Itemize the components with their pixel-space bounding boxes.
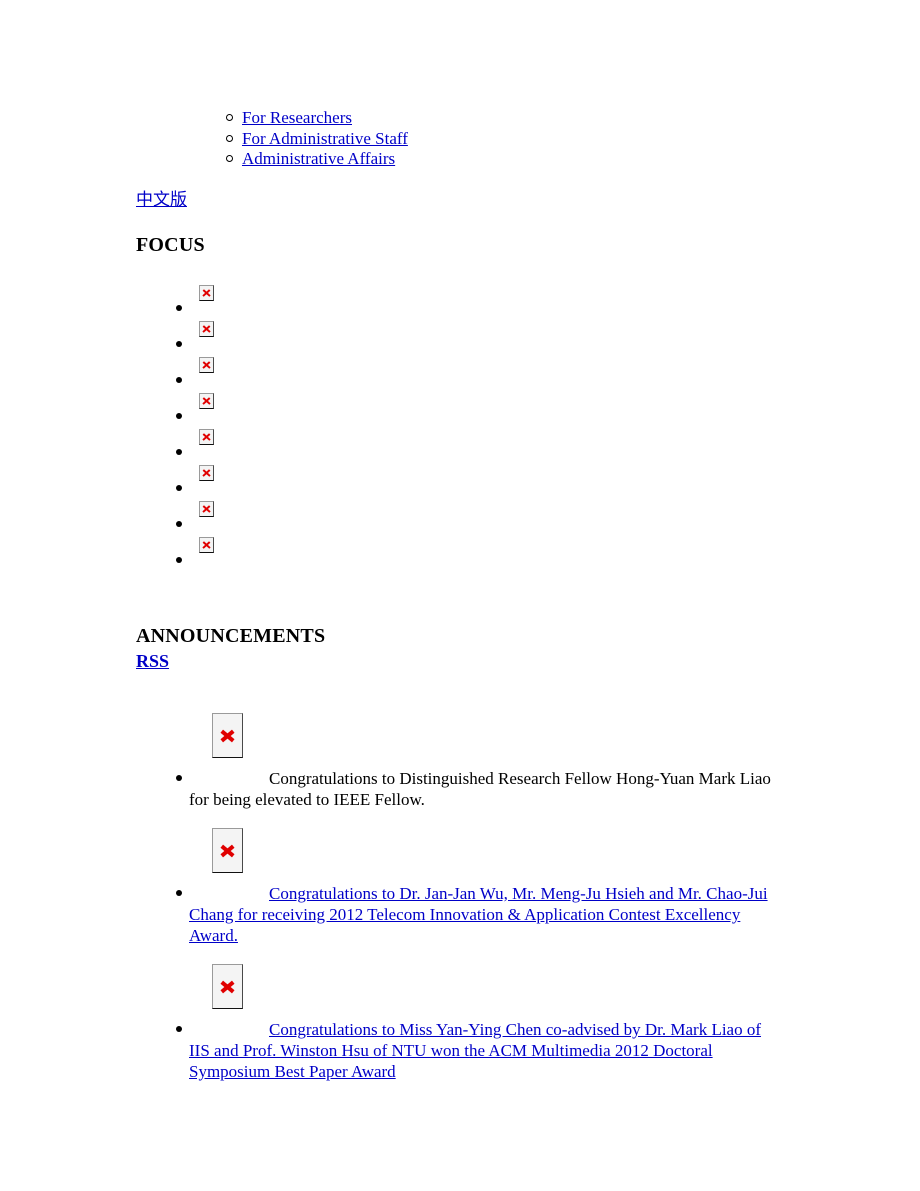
circle-marker-icon	[226, 155, 233, 163]
list-bullet	[176, 377, 182, 383]
broken-image-icon	[199, 285, 214, 301]
language-switch[interactable]: 中文版	[136, 190, 187, 210]
focus-thumbnail[interactable]	[199, 429, 214, 450]
list-bullet	[176, 341, 182, 347]
list-bullet	[176, 485, 182, 491]
broken-image-icon	[199, 429, 214, 445]
announcement-link[interactable]: Congratulations to Miss Yan-Ying Chen co…	[189, 1019, 785, 1082]
broken-image-icon	[199, 465, 214, 481]
broken-image-icon	[199, 357, 214, 373]
nav-item-for-administrative-staff[interactable]: For Administrative Staff	[208, 129, 408, 150]
list-bullet	[176, 305, 182, 311]
list-bullet	[176, 413, 182, 419]
broken-image-icon	[212, 713, 243, 758]
nav-link-for-researchers[interactable]: For Researchers	[242, 108, 352, 127]
focus-thumbnail[interactable]	[199, 465, 214, 486]
rss-feed-link-wrap[interactable]: RSS	[136, 650, 169, 672]
announcements-section-heading: ANNOUNCEMENTS	[136, 625, 326, 647]
list-bullet	[176, 890, 182, 896]
circle-marker-icon	[226, 134, 233, 142]
focus-section-heading: FOCUS	[136, 234, 205, 256]
broken-image-icon	[199, 321, 214, 337]
list-bullet	[176, 449, 182, 455]
list-bullet	[176, 557, 182, 563]
broken-image-icon	[212, 828, 243, 873]
list-bullet	[176, 1026, 182, 1032]
nav-item-for-researchers[interactable]: For Researchers	[208, 108, 408, 129]
list-bullet	[176, 775, 182, 781]
broken-image-icon	[199, 537, 214, 553]
broken-image-icon	[199, 501, 214, 517]
focus-thumbnail[interactable]	[199, 393, 214, 414]
focus-thumbnail[interactable]	[199, 357, 214, 378]
focus-thumbnail[interactable]	[199, 537, 214, 558]
nav-link-for-administrative-staff[interactable]: For Administrative Staff	[242, 129, 408, 148]
page-root: For Researchers For Administrative Staff…	[0, 0, 920, 1191]
focus-thumbnail[interactable]	[199, 501, 214, 522]
announcement-text: Congratulations to Distinguished Researc…	[189, 769, 771, 809]
focus-thumbnail[interactable]	[199, 321, 214, 342]
focus-thumbnail[interactable]	[199, 285, 214, 306]
circle-marker-icon	[226, 114, 233, 122]
announcement-thumbnail[interactable]	[212, 828, 243, 878]
announcement-link[interactable]: Congratulations to Dr. Jan-Jan Wu, Mr. M…	[189, 883, 785, 946]
nav-link-administrative-affairs[interactable]: Administrative Affairs	[242, 149, 395, 168]
chinese-version-link[interactable]: 中文版	[136, 190, 187, 209]
announcement-thumbnail[interactable]	[212, 713, 243, 763]
broken-image-icon	[212, 964, 243, 1009]
rss-feed-link[interactable]: RSS	[136, 651, 169, 671]
nav-item-administrative-affairs[interactable]: Administrative Affairs	[208, 149, 408, 170]
broken-image-icon	[199, 393, 214, 409]
announcement-thumbnail[interactable]	[212, 964, 243, 1014]
secondary-nav-list: For Researchers For Administrative Staff…	[208, 108, 408, 170]
list-bullet	[176, 521, 182, 527]
